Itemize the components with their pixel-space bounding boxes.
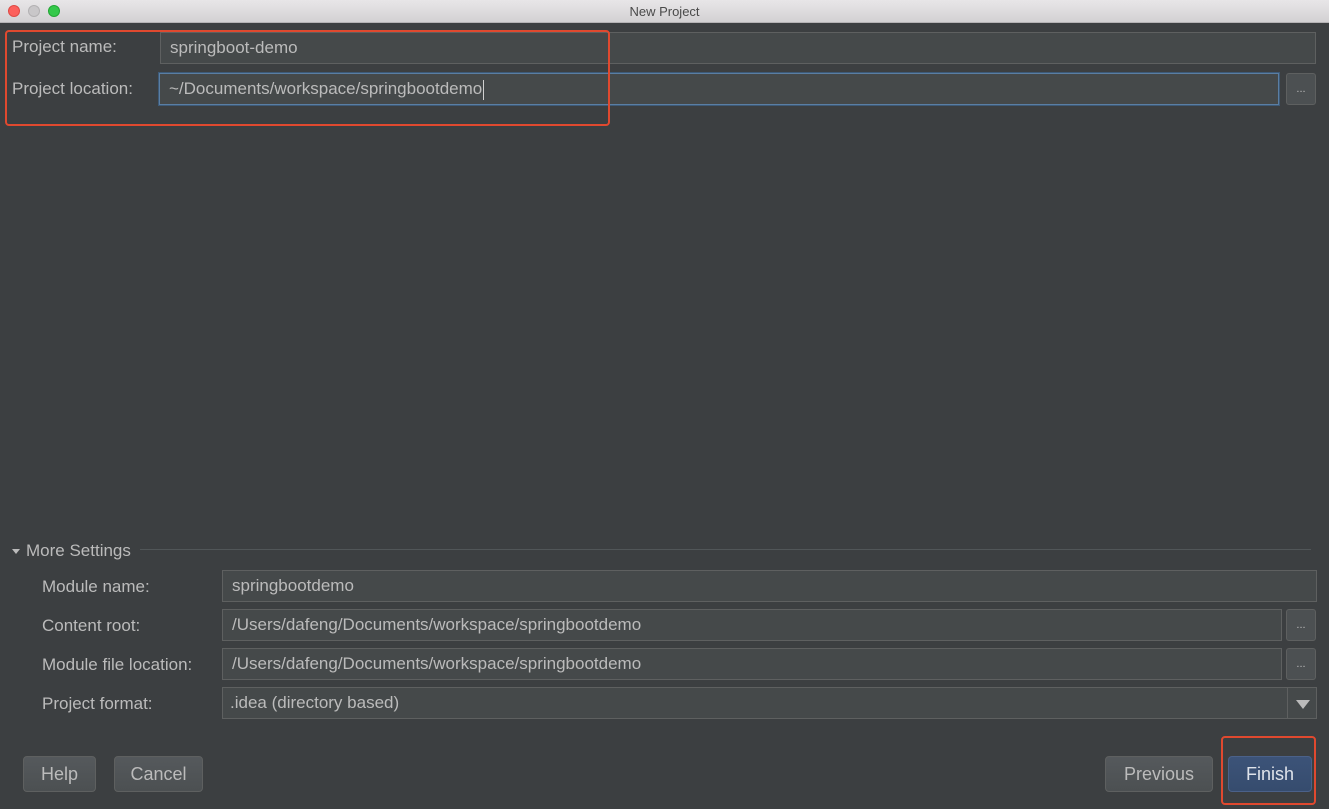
content-root-input[interactable]: /Users/dafeng/Documents/workspace/spring…: [222, 609, 1282, 641]
content-root-browse-button[interactable]: ...: [1286, 609, 1316, 641]
project-name-input[interactable]: springboot-demo: [160, 32, 1316, 64]
module-file-location-browse-button[interactable]: ...: [1286, 648, 1316, 680]
project-location-input[interactable]: ~/Documents/workspace/springbootdemo: [159, 73, 1279, 105]
module-file-location-label: Module file location:: [42, 655, 193, 674]
window-title: New Project: [629, 4, 700, 19]
new-project-dialog: New Project Project name: springboot-dem…: [0, 0, 1329, 809]
module-file-location-value: /Users/dafeng/Documents/workspace/spring…: [232, 654, 642, 673]
module-file-location-input[interactable]: /Users/dafeng/Documents/workspace/spring…: [222, 648, 1282, 680]
text-caret: [483, 79, 485, 100]
cancel-button[interactable]: Cancel: [114, 756, 203, 792]
project-format-select[interactable]: .idea (directory based): [222, 687, 1288, 719]
previous-button[interactable]: Previous: [1105, 756, 1213, 792]
project-format-value: .idea (directory based): [230, 693, 400, 712]
help-button[interactable]: Help: [23, 756, 96, 792]
module-name-value: springbootdemo: [232, 576, 354, 595]
project-name-label: Project name:: [12, 37, 117, 56]
module-name-input[interactable]: springbootdemo: [222, 570, 1317, 602]
project-location-label: Project location:: [12, 79, 133, 98]
content-root-label: Content root:: [42, 616, 141, 635]
project-format-label: Project format:: [42, 694, 153, 713]
project-name-value: springboot-demo: [170, 38, 298, 57]
finish-button[interactable]: Finish: [1228, 756, 1312, 792]
more-settings-toggle[interactable]: More Settings: [12, 541, 131, 561]
section-divider: [140, 549, 1311, 550]
title-bar: New Project: [0, 0, 1329, 23]
project-location-value: ~/Documents/workspace/springbootdemo: [169, 79, 483, 98]
more-settings-label: More Settings: [26, 541, 131, 560]
triangle-down-icon: [12, 548, 20, 554]
content-root-value: /Users/dafeng/Documents/workspace/spring…: [232, 615, 642, 634]
chevron-down-icon[interactable]: [1287, 687, 1317, 719]
project-location-browse-button[interactable]: ...: [1286, 73, 1316, 105]
module-name-label: Module name:: [42, 577, 150, 596]
